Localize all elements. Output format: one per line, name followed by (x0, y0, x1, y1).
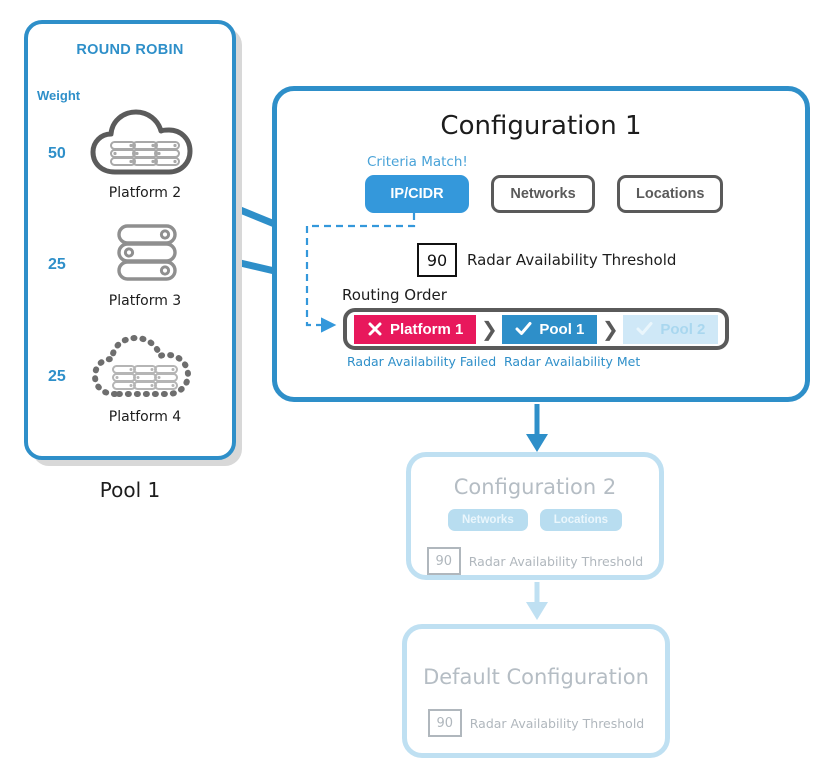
criteria-chip-locations[interactable]: Locations (539, 509, 623, 531)
default-configuration-threshold-input[interactable]: 90 (427, 709, 462, 737)
pool-member-2[interactable]: Platform 4 (70, 330, 220, 425)
default-configuration-title: Default Configuration (423, 665, 649, 689)
pool-member-label-0: Platform 2 (108, 185, 182, 201)
routing-chip-pool-1[interactable]: Pool 1 (502, 314, 598, 344)
configuration-2-title: Configuration 2 (453, 475, 617, 499)
default-configuration-threshold-row: 90 Radar Availability Threshold (407, 709, 665, 737)
server-stack-icon (117, 224, 177, 281)
routing-chip-pool-2[interactable]: Pool 2 (623, 314, 719, 344)
routing-order-bar: Platform 1 ❯ Pool 1 ❯ Pool 2 (343, 308, 730, 350)
cloud-servers-icon (90, 109, 193, 175)
check-mark-icon (515, 322, 532, 335)
routing-chip-label-0: Platform 1 (390, 320, 464, 338)
criteria-button-row: IP/CIDR Networks Locations (365, 175, 724, 213)
configuration-2-panel[interactable]: Configuration 2 Networks Locations 90 Ra… (406, 452, 664, 580)
weight-value-1: 25 (48, 256, 66, 273)
weight-header: Weight (37, 88, 81, 103)
routing-order-label: Routing Order (342, 286, 447, 304)
pool-member-0[interactable]: Platform 2 (70, 106, 220, 201)
pool-member-label-1: Platform 3 (108, 293, 182, 309)
default-configuration-threshold-label: Radar Availability Threshold (469, 715, 645, 731)
config1-to-config2-arrow (526, 404, 548, 452)
configuration-2-threshold-input[interactable]: 90 (426, 547, 461, 575)
pool-panel[interactable]: ROUND ROBIN Weight 50 Platform 2 25 Plat… (24, 20, 236, 460)
weight-value-2: 25 (48, 368, 66, 385)
pool-member-label-2: Platform 4 (108, 409, 182, 425)
config2-to-default-arrow (526, 582, 548, 620)
chevron-right-icon-1: ❯ (601, 317, 619, 341)
status-radar-failed: Radar Availability Failed (347, 354, 497, 369)
radar-threshold-input[interactable]: 90 (417, 243, 457, 277)
routing-chip-label-2: Pool 2 (660, 320, 706, 338)
pool-caption: Pool 1 (99, 478, 161, 502)
radar-threshold-label: Radar Availability Threshold (467, 251, 677, 269)
configuration-1-title: Configuration 1 (440, 111, 642, 141)
criteria-chip-networks[interactable]: Networks (447, 509, 528, 531)
criteria-button-networks[interactable]: Networks (491, 175, 595, 213)
default-configuration-panel[interactable]: Default Configuration 90 Radar Availabil… (402, 624, 670, 758)
pool-algorithm-title: ROUND ROBIN (76, 42, 184, 58)
x-mark-icon (368, 322, 382, 336)
criteria-button-locations[interactable]: Locations (617, 175, 724, 213)
diagram-canvas: ROUND ROBIN Weight 50 Platform 2 25 Plat… (0, 0, 833, 770)
routing-chip-platform-1[interactable]: Platform 1 (354, 314, 477, 344)
dashed-cloud-servers-icon (91, 334, 192, 397)
configuration-2-threshold-label: Radar Availability Threshold (468, 553, 644, 569)
configuration-1-panel[interactable]: Configuration 1 Criteria Match! IP/CIDR … (272, 86, 810, 402)
routing-chip-label-1: Pool 1 (539, 320, 585, 338)
pool-member-1[interactable]: Platform 3 (70, 220, 220, 309)
status-radar-met: Radar Availability Met (504, 354, 641, 369)
configuration-2-threshold-row: 90 Radar Availability Threshold (411, 547, 659, 575)
chevron-right-icon-0: ❯ (480, 317, 498, 341)
criteria-button-ip-cidr[interactable]: IP/CIDR (365, 175, 469, 213)
configuration-2-criteria-row: Networks Locations (411, 509, 659, 531)
criteria-match-label: Criteria Match! (367, 154, 468, 170)
check-mark-icon (636, 322, 653, 335)
radar-threshold-row: 90 Radar Availability Threshold (417, 243, 676, 277)
weight-value-0: 50 (48, 145, 66, 162)
